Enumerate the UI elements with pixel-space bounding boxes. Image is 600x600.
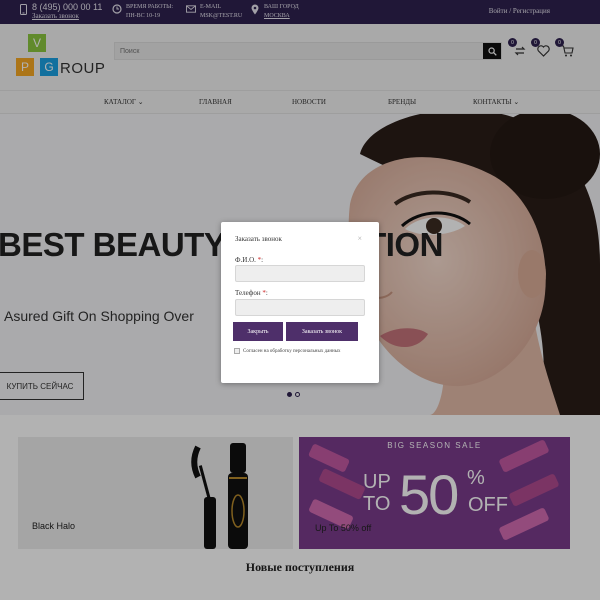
close-button[interactable]: Закрыть <box>233 322 283 341</box>
consent-checkbox[interactable] <box>234 348 240 354</box>
callback-modal: Заказать звонок × Ф.И.О. *: Телефон *: З… <box>221 222 379 383</box>
close-icon[interactable]: × <box>357 234 362 243</box>
consent-checkbox-row[interactable]: Согласен на обработку персональных данны… <box>234 348 341 354</box>
modal-title: Заказать звонок <box>235 235 282 243</box>
name-field-label: Ф.И.О. *: <box>235 256 264 264</box>
phone-field[interactable] <box>235 299 365 316</box>
name-field[interactable] <box>235 265 365 282</box>
consent-label: Согласен на обработку персональных данны… <box>243 348 341 354</box>
submit-callback-button[interactable]: Заказать звонок <box>286 322 358 341</box>
phone-field-label: Телефон *: <box>235 289 268 297</box>
